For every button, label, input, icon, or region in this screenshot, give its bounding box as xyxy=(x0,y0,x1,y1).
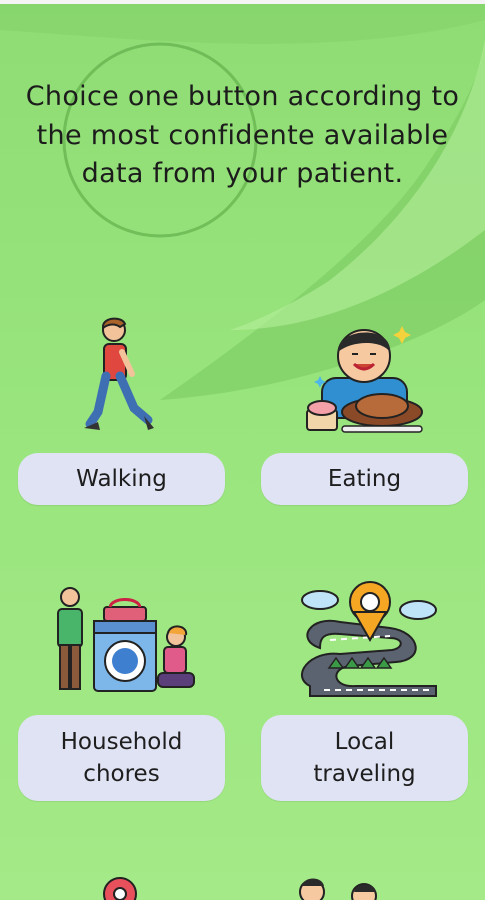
eating-button-label: Eating xyxy=(327,466,402,492)
walking-button-label: Walking xyxy=(76,466,167,492)
location-pin-icon xyxy=(103,877,137,900)
walking-button[interactable]: Walking xyxy=(18,453,225,505)
eating-button[interactable]: Eating xyxy=(261,453,468,505)
instruction-text: Choice one button according to the most … xyxy=(25,81,460,189)
household-chores-button[interactable]: Household chores xyxy=(18,715,225,801)
household-chores-button-label: Household chores xyxy=(60,729,183,787)
people-icon xyxy=(299,878,377,900)
local-traveling-button-label: Local traveling xyxy=(313,729,416,787)
household-chores-icon xyxy=(57,587,195,692)
status-bar xyxy=(0,0,485,4)
walking-person-icon xyxy=(84,317,154,430)
local-traveling-map-icon xyxy=(300,581,437,697)
eating-person-icon xyxy=(306,326,423,433)
local-traveling-button[interactable]: Local traveling xyxy=(261,715,468,801)
